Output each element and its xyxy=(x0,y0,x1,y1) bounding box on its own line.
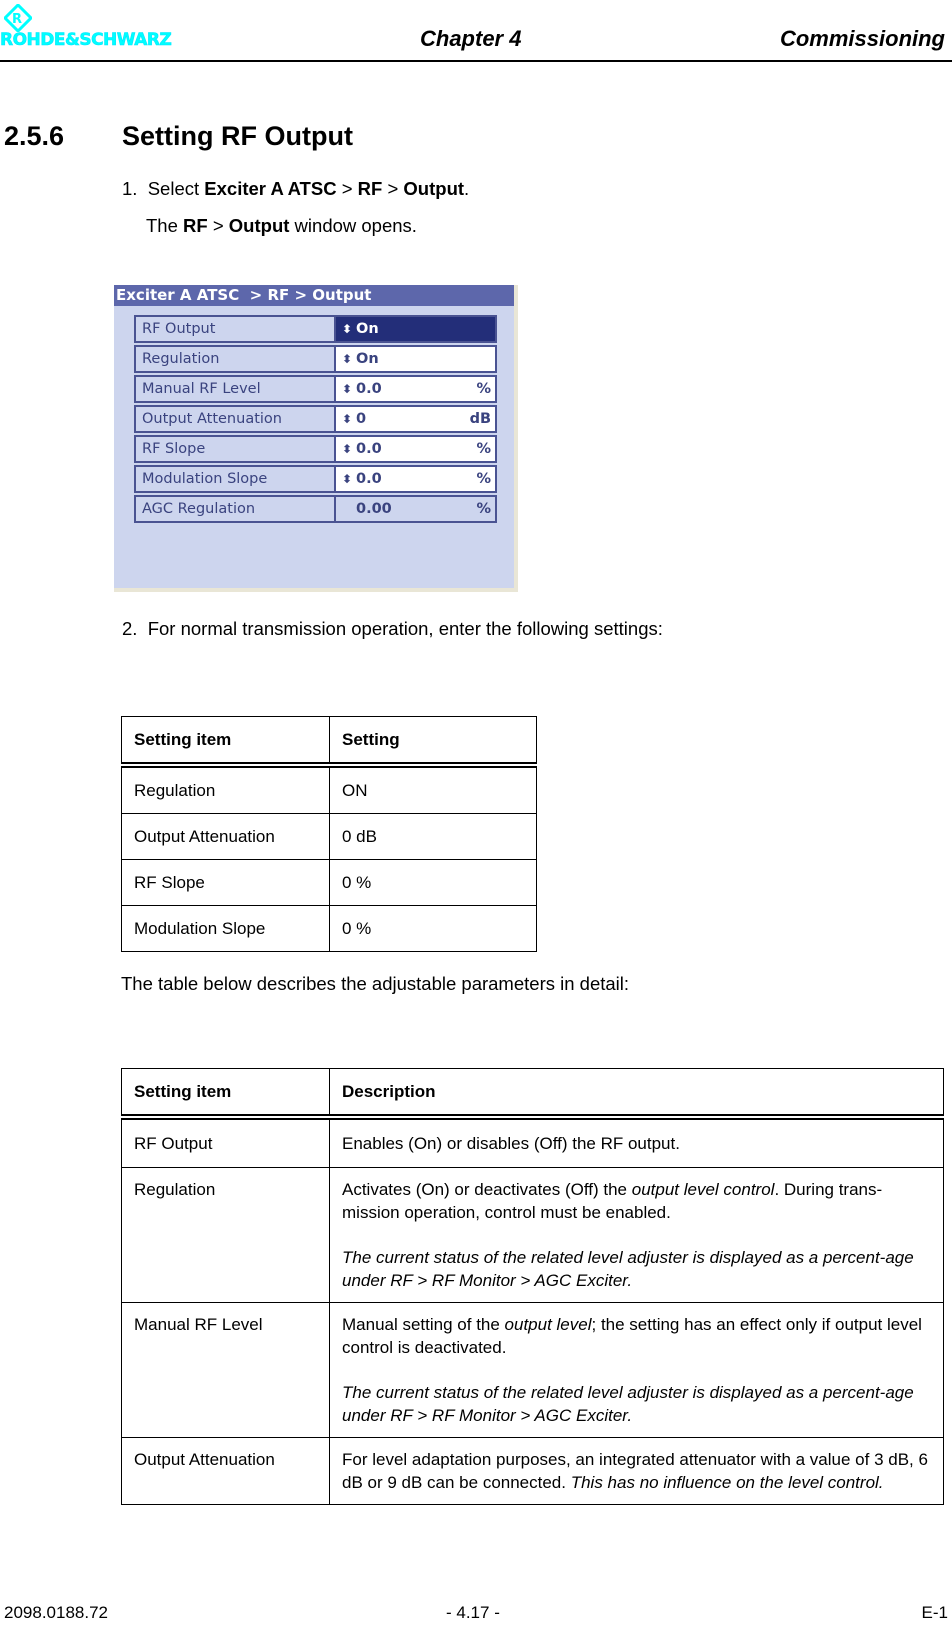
table-header-row: Setting item Description xyxy=(121,1068,944,1118)
setting-item-cell: Output Attenuation xyxy=(121,813,330,860)
footer-page-number: - 4.17 - xyxy=(446,1603,500,1622)
header-title: Commissioning xyxy=(779,26,945,51)
window-breadcrumb: Exciter A ATSC > RF > Output xyxy=(114,285,514,306)
spinner-updown-icon: ⬍ xyxy=(342,382,353,396)
step-number: 2. xyxy=(122,618,138,639)
agc-regulation-readout: 0.00 % xyxy=(334,495,497,523)
param-row-output-attenuation[interactable]: Output Attenuation ⬍ 0 dB xyxy=(134,405,497,433)
unit-label: % xyxy=(476,501,491,517)
setting-item-cell: Output Attenuation xyxy=(121,1437,330,1505)
settings-table: Setting item Setting Regulation ON Outpu… xyxy=(121,716,537,952)
description-cell: Enables (On) or disables (Off) the RF ou… xyxy=(329,1116,944,1168)
setting-value-cell: ON xyxy=(329,764,537,814)
footer-doc-number: 2098.0188.72 xyxy=(4,1603,108,1622)
regulation-select[interactable]: ⬍ On xyxy=(334,345,497,373)
table-row: Output Attenuation 0 dB xyxy=(121,813,537,860)
spinner-updown-icon: ⬍ xyxy=(342,442,353,456)
step-number: 1. xyxy=(122,178,138,199)
spinner-updown-icon: ⬍ xyxy=(342,412,353,426)
logo-wordmark: ROHDE&SCHWARZ xyxy=(0,30,172,51)
table-header-row: Setting item Setting xyxy=(121,716,537,766)
rf-output-window: Exciter A ATSC > RF > Output RF Output ⬍… xyxy=(114,285,518,592)
description-cell: For level adaptation purposes, an integr… xyxy=(329,1437,944,1505)
param-row-rf-slope[interactable]: RF Slope ⬍ 0.0 % xyxy=(134,435,497,463)
setting-item-cell: RF Output xyxy=(121,1116,330,1168)
header-chapter: Chapter 4 xyxy=(420,26,522,51)
manual-rf-level-input[interactable]: ⬍ 0.0 % xyxy=(334,375,497,403)
param-label: RF Output xyxy=(134,315,336,343)
parameter-description-table: Setting item Description RF Output Enabl… xyxy=(121,1068,944,1505)
setting-item-cell: Modulation Slope xyxy=(121,905,330,952)
unit-label: dB xyxy=(469,411,491,427)
rs-diamond-icon: R xyxy=(4,4,32,32)
column-header: Setting item xyxy=(121,716,330,766)
description-cell: Manual setting of the output level; the … xyxy=(329,1302,944,1438)
column-header: Setting xyxy=(329,716,537,766)
param-row-manual-rf-level[interactable]: Manual RF Level ⬍ 0.0 % xyxy=(134,375,497,403)
table-row: Regulation Activates (On) or deactivates… xyxy=(121,1167,944,1303)
spinner-updown-icon: ⬍ xyxy=(342,322,353,336)
rf-output-select[interactable]: ⬍ On xyxy=(334,315,497,343)
column-header: Description xyxy=(329,1068,944,1118)
setting-value-cell: 0 dB xyxy=(329,813,537,860)
param-row-agc-regulation: AGC Regulation 0.00 % xyxy=(134,495,497,523)
param-row-regulation[interactable]: Regulation ⬍ On xyxy=(134,345,497,373)
section-number: 2.5.6 xyxy=(4,121,65,151)
param-label: Manual RF Level xyxy=(134,375,336,403)
table-row: RF Slope 0 % xyxy=(121,859,537,906)
param-label: RF Slope xyxy=(134,435,336,463)
param-row-modulation-slope[interactable]: Modulation Slope ⬍ 0.0 % xyxy=(134,465,497,493)
description-intro: The table below describes the adjustable… xyxy=(121,973,630,994)
param-label: Output Attenuation xyxy=(134,405,336,433)
spinner-updown-icon: ⬍ xyxy=(342,352,353,366)
step-1-result: The RF > Output window opens. xyxy=(146,215,417,236)
description-cell: Activates (On) or deactivates (Off) the … xyxy=(329,1167,944,1303)
output-attenuation-input[interactable]: ⬍ 0 dB xyxy=(334,405,497,433)
unit-label: % xyxy=(476,381,491,397)
rohde-schwarz-logo: R ROHDE&SCHWARZ xyxy=(0,2,225,52)
param-label: Modulation Slope xyxy=(134,465,336,493)
unit-label: % xyxy=(476,441,491,457)
setting-value-cell: 0 % xyxy=(329,905,537,952)
status-note: The current status of the related level … xyxy=(342,1383,914,1425)
spinner-updown-icon: ⬍ xyxy=(342,472,353,486)
table-row: Output Attenuation For level adaptation … xyxy=(121,1437,944,1505)
param-label: Regulation xyxy=(134,345,336,373)
header-rule xyxy=(0,60,952,62)
column-header: Setting item xyxy=(121,1068,330,1118)
step-2: 2. For normal transmission operation, en… xyxy=(122,618,663,639)
setting-item-cell: RF Slope xyxy=(121,859,330,906)
unit-label: % xyxy=(476,471,491,487)
table-row: RF Output Enables (On) or disables (Off)… xyxy=(121,1116,944,1168)
modulation-slope-input[interactable]: ⬍ 0.0 % xyxy=(334,465,497,493)
section-title: Setting RF Output xyxy=(122,121,353,151)
param-label: AGC Regulation xyxy=(134,495,336,523)
footer-edition: E-1 xyxy=(921,1603,948,1622)
param-row-rf-output[interactable]: RF Output ⬍ On xyxy=(134,315,497,343)
svg-text:R: R xyxy=(12,12,22,27)
status-note: The current status of the related level … xyxy=(342,1248,914,1290)
menu-path-rf: RF xyxy=(357,178,383,199)
rf-slope-input[interactable]: ⬍ 0.0 % xyxy=(334,435,497,463)
table-row: Manual RF Level Manual setting of the ou… xyxy=(121,1302,944,1438)
setting-item-cell: Manual RF Level xyxy=(121,1302,330,1438)
table-row: Modulation Slope 0 % xyxy=(121,905,537,952)
step-1: 1. Select Exciter A ATSC > RF > Output. xyxy=(122,178,470,199)
table-row: Regulation ON xyxy=(121,764,537,814)
setting-item-cell: Regulation xyxy=(121,1167,330,1303)
setting-value-cell: 0 % xyxy=(329,859,537,906)
setting-item-cell: Regulation xyxy=(121,764,330,814)
menu-path-exciter: Exciter A ATSC xyxy=(204,178,337,199)
menu-path-output: Output xyxy=(403,178,465,199)
